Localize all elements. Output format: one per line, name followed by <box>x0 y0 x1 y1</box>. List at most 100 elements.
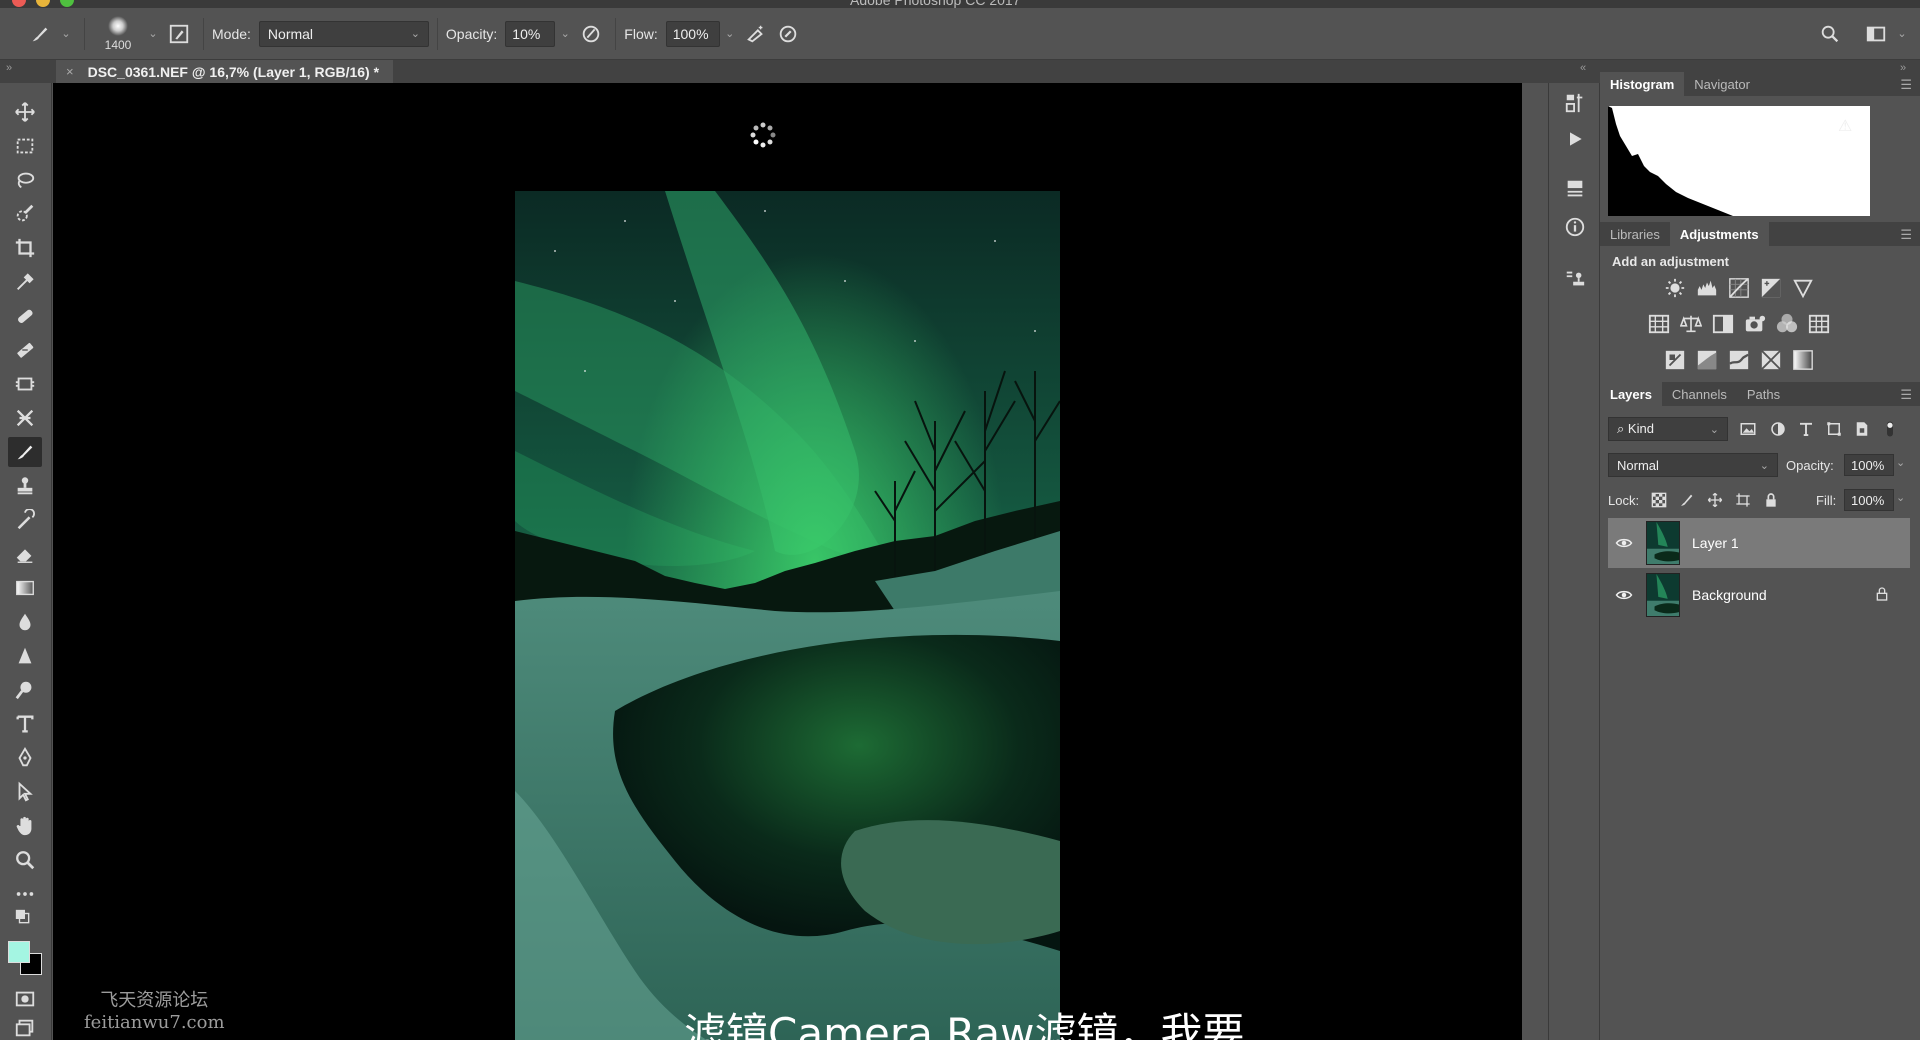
tab-libraries[interactable]: Libraries <box>1600 222 1670 246</box>
lock-pixels-icon[interactable] <box>1676 489 1698 511</box>
posterize-icon[interactable] <box>1694 348 1720 372</box>
tab-paths[interactable]: Paths <box>1737 382 1790 406</box>
tab-channels[interactable]: Channels <box>1662 382 1737 406</box>
more-tools-icon[interactable] <box>8 879 42 909</box>
filter-toggle-icon[interactable] <box>1878 417 1902 441</box>
brush-tool-icon[interactable] <box>8 437 42 467</box>
cache-warning-icon[interactable]: ⚠ <box>1838 116 1852 136</box>
black-white-icon[interactable] <box>1710 312 1736 336</box>
lock-transparency-icon[interactable] <box>1648 489 1670 511</box>
content-aware-move-tool-icon[interactable] <box>8 369 42 399</box>
layer-row-layer-1[interactable]: Layer 1 <box>1608 518 1910 568</box>
brush-panel-toggle-icon[interactable] <box>163 18 195 50</box>
type-tool-icon[interactable] <box>8 709 42 739</box>
red-eye-tool-icon[interactable] <box>8 403 42 433</box>
eraser-tool-icon[interactable] <box>8 539 42 569</box>
mode-select[interactable]: Normal ⌄ <box>258 20 429 47</box>
document-canvas[interactable] <box>53 83 1522 1040</box>
minimize-window-button[interactable] <box>36 0 50 7</box>
gradient-tool-icon[interactable] <box>8 573 42 603</box>
maximize-window-button[interactable] <box>60 0 74 7</box>
levels-icon[interactable] <box>1694 276 1720 300</box>
exposure-icon[interactable] <box>1758 276 1784 300</box>
path-selection-tool-icon[interactable] <box>8 777 42 807</box>
patch-tool-icon[interactable] <box>8 335 42 365</box>
brush-picker-dropdown[interactable]: ⌄ <box>143 21 163 47</box>
info-panel-icon[interactable] <box>1561 213 1589 241</box>
gradient-map-icon[interactable] <box>1790 348 1816 372</box>
hue-saturation-icon[interactable] <box>1646 312 1672 336</box>
lock-all-icon[interactable] <box>1760 489 1782 511</box>
brightness-contrast-icon[interactable] <box>1662 276 1688 300</box>
pressure-size-icon[interactable] <box>772 18 804 50</box>
layer-opacity-input[interactable]: 100% <box>1844 454 1894 476</box>
threshold-icon[interactable] <box>1726 348 1752 372</box>
opacity-slider-dropdown[interactable]: ⌄ <box>555 21 575 47</box>
clone-source-panel-icon[interactable] <box>1561 265 1589 293</box>
layer-filter-kind-select[interactable]: ⌕ Kind ⌄ <box>1608 417 1728 441</box>
properties-panel-icon[interactable] <box>1561 175 1589 203</box>
pressure-opacity-icon[interactable] <box>575 18 607 50</box>
quick-mask-icon[interactable] <box>8 984 42 1014</box>
lock-icon[interactable] <box>1874 586 1890 605</box>
vibrance-icon[interactable] <box>1790 276 1816 300</box>
collapse-panels-icon[interactable]: « <box>1580 62 1586 74</box>
color-balance-icon[interactable] <box>1678 312 1704 336</box>
crop-tool-icon[interactable] <box>8 233 42 263</box>
clone-stamp-tool-icon[interactable] <box>8 471 42 501</box>
lock-position-icon[interactable] <box>1704 489 1726 511</box>
sharpen-tool-icon[interactable] <box>8 641 42 671</box>
panel-menu-icon[interactable]: ☰ <box>1900 387 1912 403</box>
tab-navigator[interactable]: Navigator <box>1684 72 1760 96</box>
workspace-switcher-icon[interactable] <box>1860 18 1892 50</box>
opacity-input[interactable]: 10% <box>505 20 556 47</box>
quick-selection-tool-icon[interactable] <box>8 199 42 229</box>
color-lookup-icon[interactable] <box>1806 312 1832 336</box>
flow-input[interactable]: 100% <box>665 20 720 47</box>
eye-icon[interactable] <box>1608 586 1640 604</box>
zoom-tool-icon[interactable] <box>8 845 42 875</box>
flow-slider-dropdown[interactable]: ⌄ <box>720 21 740 47</box>
screen-mode-icon[interactable] <box>8 1013 42 1040</box>
tab-adjustments[interactable]: Adjustments <box>1669 222 1769 246</box>
expand-toolbar-icon[interactable]: » <box>6 62 12 74</box>
selective-color-icon[interactable] <box>1758 348 1784 372</box>
tab-layers[interactable]: Layers <box>1600 382 1662 406</box>
panel-menu-icon[interactable]: ☰ <box>1900 227 1912 243</box>
move-tool-icon[interactable] <box>8 97 42 127</box>
history-brush-tool-icon[interactable] <box>8 505 42 535</box>
actions-play-icon[interactable] <box>1561 125 1589 153</box>
opacity-dropdown-icon[interactable]: ⌄ <box>1896 456 1905 469</box>
eyedropper-tool-icon[interactable] <box>8 267 42 297</box>
blur-tool-icon[interactable] <box>8 607 42 637</box>
channel-mixer-icon[interactable] <box>1774 312 1800 336</box>
layer-row-background[interactable]: Background <box>1608 570 1910 620</box>
panel-menu-icon[interactable]: ☰ <box>1900 77 1912 93</box>
workspace-dropdown[interactable]: ⌄ <box>1892 21 1912 47</box>
healing-brush-tool-icon[interactable] <box>8 301 42 331</box>
foreground-color-swatch[interactable] <box>8 941 30 963</box>
blend-mode-select[interactable]: Normal ⌄ <box>1608 453 1778 477</box>
photo-filter-icon[interactable] <box>1742 312 1768 336</box>
filter-pixel-icon[interactable] <box>1736 417 1760 441</box>
search-icon[interactable] <box>1814 18 1846 50</box>
document-tab[interactable]: × DSC_0361.NEF @ 16,7% (Layer 1, RGB/16)… <box>56 60 394 83</box>
invert-icon[interactable] <box>1662 348 1688 372</box>
filter-adjustment-icon[interactable] <box>1766 417 1790 441</box>
close-window-button[interactable] <box>12 0 26 7</box>
fill-input[interactable]: 100% <box>1844 489 1894 511</box>
lasso-tool-icon[interactable] <box>8 165 42 195</box>
default-colors-icon[interactable] <box>8 909 42 929</box>
eye-icon[interactable] <box>1608 534 1640 552</box>
brush-size-picker[interactable]: 1400 <box>93 12 143 56</box>
filter-smart-object-icon[interactable] <box>1850 417 1874 441</box>
filter-shape-icon[interactable] <box>1822 417 1846 441</box>
fill-dropdown-icon[interactable]: ⌄ <box>1896 491 1905 504</box>
hand-tool-icon[interactable] <box>8 811 42 841</box>
history-panel-icon[interactable] <box>1561 89 1589 117</box>
curves-icon[interactable] <box>1726 276 1752 300</box>
brush-preset-dropdown[interactable]: ⌄ <box>56 21 76 47</box>
dodge-tool-icon[interactable] <box>8 675 42 705</box>
filter-type-icon[interactable] <box>1794 417 1818 441</box>
tab-histogram[interactable]: Histogram <box>1600 72 1685 96</box>
